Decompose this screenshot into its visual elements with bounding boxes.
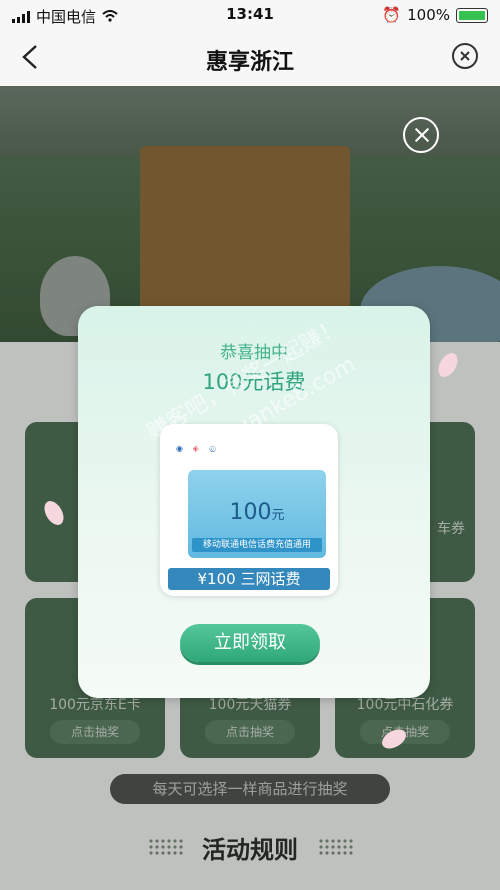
voucher-amount: 100元 xyxy=(229,500,285,525)
battery-icon xyxy=(456,7,488,23)
nav-bar: 惠享浙江 xyxy=(0,30,500,86)
voucher-price: ¥100 三网话费 xyxy=(168,568,330,590)
status-bar: 中国电信 13:41 ⏰ 100% xyxy=(0,0,500,30)
close-modal-button[interactable] xyxy=(403,117,439,153)
voucher-note: 移动联通电信话费充值通用 xyxy=(192,538,322,552)
voucher-ticket: 100元 移动联通电信话费充值通用 xyxy=(188,470,326,558)
close-miniapp-button[interactable] xyxy=(452,43,478,69)
alarm-icon: ⏰ xyxy=(382,6,402,24)
battery-percent: 100% xyxy=(407,6,450,24)
page-title: 惠享浙江 xyxy=(205,50,294,75)
close-icon xyxy=(460,51,470,61)
claim-button[interactable]: 立即领取 xyxy=(180,624,320,662)
